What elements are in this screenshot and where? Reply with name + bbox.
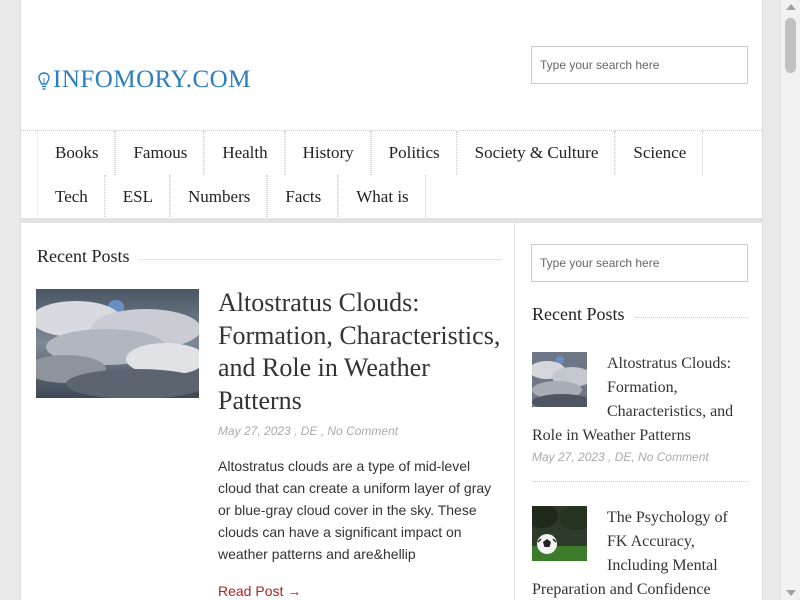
recent-posts-heading: Recent Posts xyxy=(37,246,501,267)
nav-row-2: Tech ESL Numbers Facts What is xyxy=(37,175,426,219)
nav-row-1: Books Famous Health History Politics Society … xyxy=(37,131,704,175)
soccer-ball-image xyxy=(532,506,587,561)
cloud-image xyxy=(36,289,199,398)
nav-item-politics[interactable]: Politics xyxy=(370,131,457,175)
logo-text: INFOMORY.COM xyxy=(53,66,251,93)
sidebar-post-item[interactable]: Altostratus Clouds: Formation, Character… xyxy=(532,352,750,464)
search-input[interactable]: Type your search here xyxy=(531,46,748,84)
page-container: INFOMORY.COM Type your search here Books… xyxy=(20,0,763,600)
nav-item-history[interactable]: History xyxy=(284,131,371,175)
sidebar-recent-posts-heading-text: Recent Posts xyxy=(532,304,625,324)
post-title[interactable]: Altostratus Clouds: Formation, Character… xyxy=(218,287,503,417)
recent-posts-heading-text: Recent Posts xyxy=(37,246,130,266)
nav-item-what-is[interactable]: What is xyxy=(338,175,426,219)
sidebar-recent-posts-heading: Recent Posts xyxy=(532,304,748,325)
sidebar-heading-divider xyxy=(634,317,748,318)
scroll-thumb[interactable] xyxy=(785,18,796,73)
vertical-scrollbar[interactable] xyxy=(780,0,800,600)
sidebar-post-item[interactable]: The Psychology of FK Accuracy, Including… xyxy=(532,506,750,600)
lightbulb-icon xyxy=(37,70,51,90)
nav-divider xyxy=(21,218,762,223)
post-meta: May 27, 2023 , DE , No Comment xyxy=(218,424,399,438)
search-placeholder: Type your search here xyxy=(540,58,660,72)
sidebar-search-placeholder: Type your search here xyxy=(540,256,660,270)
sidebar-post-thumbnail[interactable] xyxy=(532,352,587,407)
nav-item-famous[interactable]: Famous xyxy=(115,131,205,175)
sidebar-post-meta: May 27, 2023 , DE, No Comment xyxy=(532,450,709,464)
post-thumbnail[interactable] xyxy=(36,289,199,398)
nav-item-tech[interactable]: Tech xyxy=(37,175,105,219)
nav-item-books[interactable]: Books xyxy=(37,131,116,175)
scroll-up-icon[interactable] xyxy=(786,4,796,10)
scroll-down-icon[interactable] xyxy=(786,590,796,596)
site-logo[interactable]: INFOMORY.COM xyxy=(37,66,251,94)
nav-item-facts[interactable]: Facts xyxy=(267,175,339,219)
post-excerpt: Altostratus clouds are a type of mid-lev… xyxy=(218,458,492,562)
nav-item-numbers[interactable]: Numbers xyxy=(170,175,268,219)
nav-item-science[interactable]: Science xyxy=(615,131,704,175)
sidebar-post-thumbnail[interactable] xyxy=(532,506,587,561)
sidebar-search-input[interactable]: Type your search here xyxy=(531,244,748,282)
cloud-image xyxy=(532,352,587,407)
sidebar-separator xyxy=(532,481,748,482)
nav-item-health[interactable]: Health xyxy=(204,131,285,175)
main-navigation: Books Famous Health History Politics Society … xyxy=(21,130,762,219)
nav-item-society-culture[interactable]: Society & Culture xyxy=(456,131,616,175)
read-post-link[interactable]: Read Post → xyxy=(218,583,301,599)
sidebar-divider xyxy=(514,223,515,600)
nav-item-esl[interactable]: ESL xyxy=(104,175,171,219)
heading-divider xyxy=(139,259,501,260)
